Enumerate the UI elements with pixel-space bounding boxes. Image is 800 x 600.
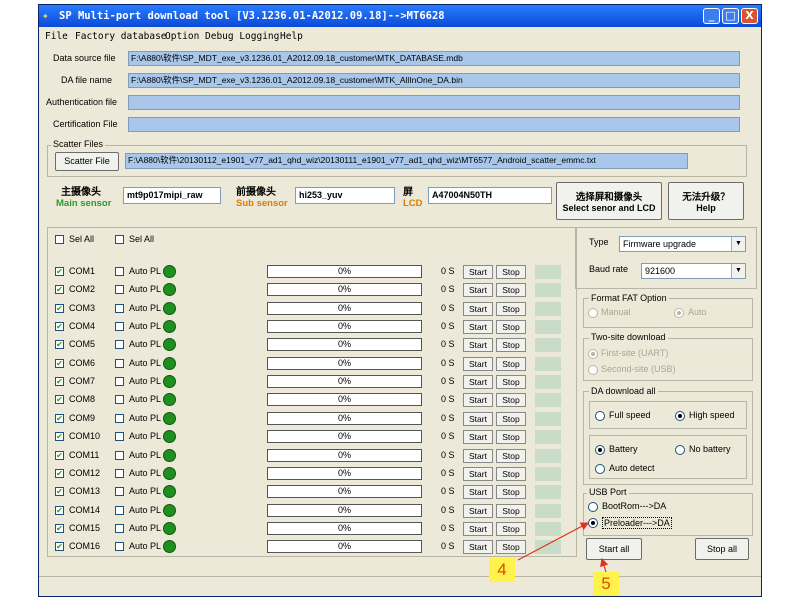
annotation-arrows bbox=[517, 522, 609, 573]
arrow-to-start-all bbox=[600, 557, 609, 573]
step-5-callout: 5 bbox=[593, 572, 619, 596]
arrow-to-preloader bbox=[517, 522, 590, 561]
step-4-callout: 4 bbox=[489, 558, 515, 582]
